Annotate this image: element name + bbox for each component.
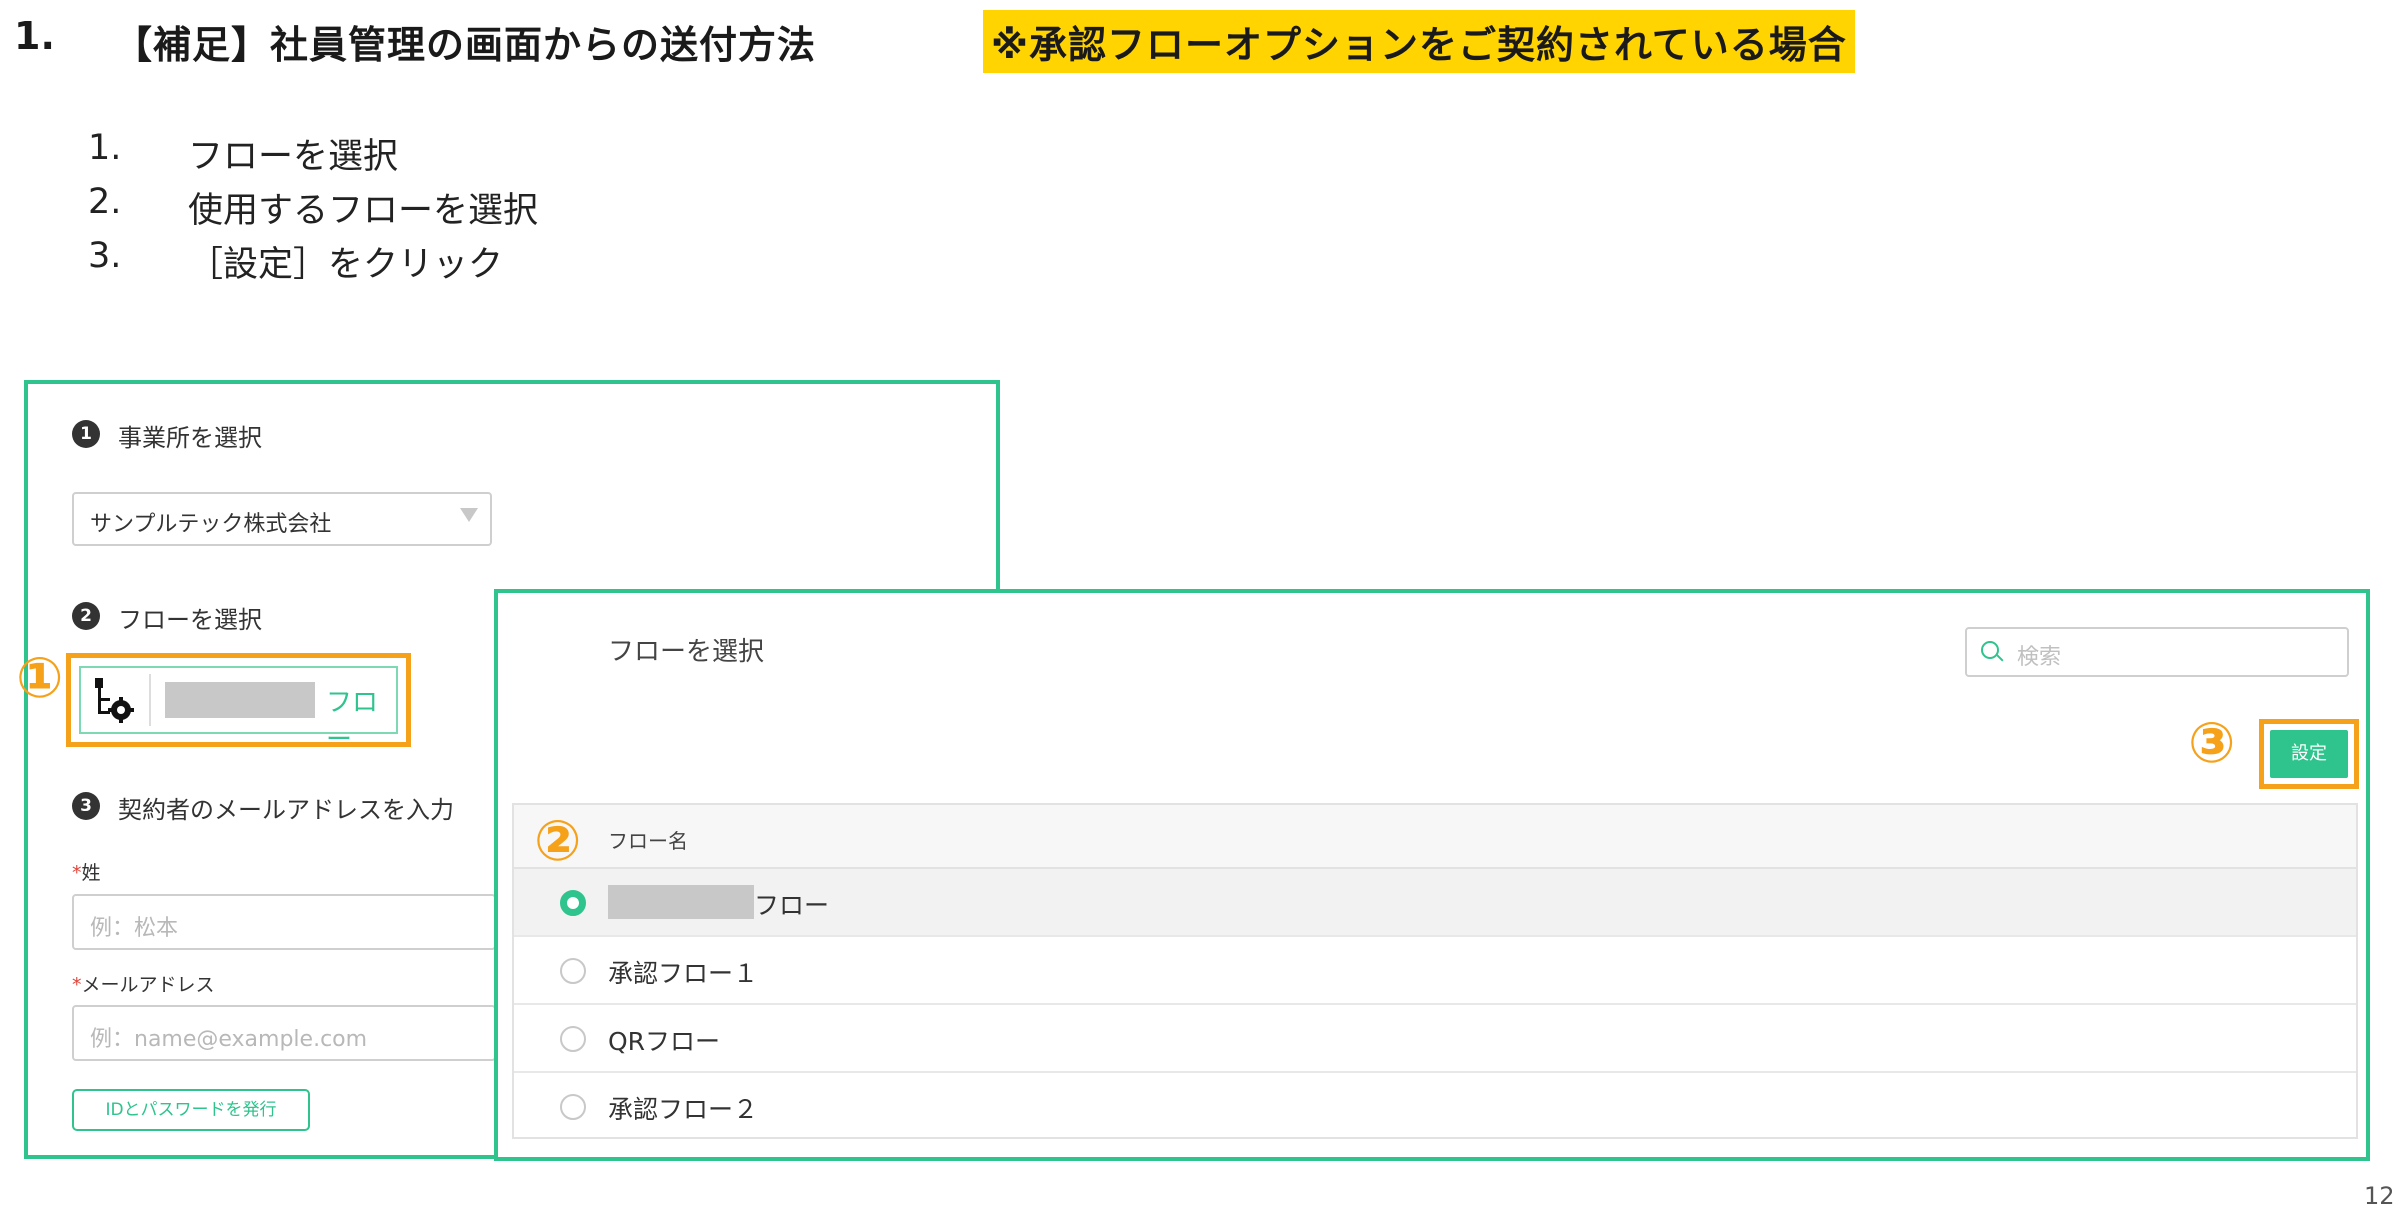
dialog-title: フローを選択 — [608, 637, 765, 667]
section-2-badge: 2 — [72, 602, 100, 630]
table-row[interactable]: 承認フロー１ — [514, 937, 2356, 1005]
title-number: 1. — [14, 14, 55, 58]
search-input[interactable]: 検索 — [1965, 627, 2349, 677]
step-1-text: フローを選択 — [188, 137, 399, 177]
table-row[interactable]: 承認フロー２ — [514, 1073, 2356, 1141]
redacted-flow-name — [165, 682, 315, 718]
search-placeholder: 検索 — [2017, 645, 2062, 670]
email-input[interactable]: 例：name@example.com — [72, 1005, 496, 1061]
page-title: 【補足】社員管理の画面からの送付方法 — [114, 23, 817, 67]
chip-divider — [149, 674, 151, 726]
redacted-flow-name — [608, 885, 754, 919]
radio-unselected[interactable] — [560, 958, 586, 984]
step-2-text: 使用するフローを選択 — [188, 191, 539, 231]
last-name-input[interactable]: 例：松本 — [72, 894, 496, 950]
last-name-label: *姓 — [72, 858, 101, 885]
step-3-text: ［設定］をクリック — [188, 245, 504, 285]
email-placeholder: 例：name@example.com — [90, 1027, 368, 1052]
radio-unselected[interactable] — [560, 1094, 586, 1120]
section-3-label: 契約者のメールアドレスを入力 — [118, 796, 454, 824]
callout-1: ① — [16, 646, 64, 711]
row-label: QRフロー — [608, 1027, 721, 1056]
column-header-flow-name: フロー名 — [608, 829, 688, 853]
step-2-number: 2. — [88, 182, 122, 222]
title-highlight-note: ※承認フローオプションをご契約されている場合 — [983, 10, 1855, 73]
callout-3: ③ — [2188, 711, 2236, 776]
last-name-placeholder: 例：松本 — [90, 916, 179, 941]
section-1-badge: 1 — [72, 420, 100, 448]
required-mark: * — [72, 862, 82, 884]
section-1-label: 事業所を選択 — [118, 424, 262, 452]
table-row[interactable]: QRフロー — [514, 1005, 2356, 1073]
table-row[interactable]: フロー — [514, 869, 2356, 937]
radio-unselected[interactable] — [560, 1026, 586, 1052]
callout-1-highlight: フロー — [66, 653, 411, 755]
issue-credentials-button[interactable]: IDとパスワードを発行 — [72, 1089, 310, 1131]
callout-2: ② — [534, 809, 582, 874]
table-header: フロー名 — [514, 805, 2356, 869]
email-label: *メールアドレス — [72, 970, 215, 997]
flow-select-dialog: フローを選択 検索 ③ 設定 フロー名 ② フロー 承認フロー１ QRフロー 承… — [494, 589, 2370, 1161]
email-label-text: メールアドレス — [81, 974, 215, 996]
row-label: 承認フロー２ — [608, 1095, 759, 1124]
office-select-value: サンプルテック株式会社 — [90, 512, 332, 537]
caret-down-icon — [460, 508, 478, 522]
required-mark: * — [72, 974, 82, 996]
section-3-badge: 3 — [72, 792, 100, 820]
last-name-label-text: 姓 — [81, 862, 101, 884]
flow-chip-label: フロー — [326, 688, 379, 755]
callout-3-highlight: 設定 — [2259, 719, 2359, 789]
search-icon — [1981, 641, 1999, 659]
flow-table: フロー名 ② フロー 承認フロー１ QRフロー 承認フロー２ — [512, 803, 2358, 1139]
flow-select-chip[interactable]: フロー — [79, 666, 398, 755]
flow-settings-icon — [91, 676, 141, 726]
row-label: 承認フロー１ — [608, 959, 759, 988]
radio-selected[interactable] — [560, 890, 586, 916]
office-select[interactable]: サンプルテック株式会社 — [72, 492, 492, 546]
step-3-number: 3. — [88, 236, 122, 276]
set-button[interactable]: 設定 — [2270, 730, 2348, 778]
page-number: 12 — [2364, 1182, 2395, 1210]
section-2-label: フローを選択 — [118, 606, 262, 634]
step-1-number: 1. — [88, 128, 122, 168]
row-label: フロー — [754, 891, 830, 920]
